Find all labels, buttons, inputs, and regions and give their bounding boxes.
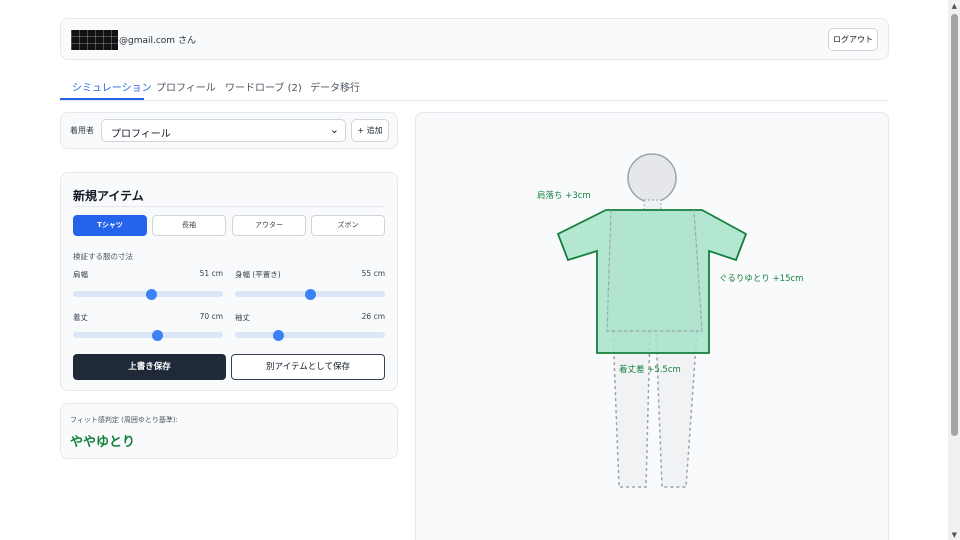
tab-wardrobe[interactable]: ワードローブ (2) [225,79,302,94]
save-as-new-button[interactable]: 別アイテムとして保存 [231,354,385,380]
tab-data-migration[interactable]: データ移行 [310,79,360,94]
slider-thumb[interactable] [304,288,316,300]
type-pants-button[interactable]: ズボン [311,215,385,236]
fit-value: ややゆとり [70,435,136,450]
main-tabs: シミュレーション プロフィール ワードローブ (2) データ移行 [60,74,889,101]
profile-select-value: プロフィール [111,129,171,140]
item-title: 新規アイテム [73,189,144,203]
body-left-leg [612,330,651,488]
active-tab-indicator [60,98,144,100]
slider-thumb[interactable] [273,329,284,341]
shoulder-width-slider[interactable] [73,288,223,300]
sleeve-length-label: 袖丈 [235,313,250,322]
wearer-selector: 着用者 プロフィール ⌄ + 追加 [60,112,398,149]
length-slider[interactable] [73,329,223,341]
add-profile-button[interactable]: + 追加 [351,119,389,142]
body-width-label: 身幅 (平置き) [235,270,281,279]
page-scrollbar[interactable]: ▲ ▼ [948,0,960,540]
length-diff-label: 着丈差 +5.5cm [619,365,681,375]
overwrite-save-button[interactable]: 上書き保存 [73,354,226,380]
type-outer-button[interactable]: アウター [232,215,306,236]
length-label: 着丈 [73,313,88,322]
fit-visualization: 肩落ち +3cm ぐるりゆとり +15cm 着丈差 +5.5cm [415,112,889,540]
wearer-label: 着用者 [70,126,94,135]
account-header: @gmail.com さん ログアウト [60,18,889,60]
scroll-up-icon[interactable]: ▲ [952,2,957,10]
redacted-username [71,30,118,50]
shoulder-width-label: 肩幅 [73,270,88,279]
sleeve-length-value: 26 cm [361,312,385,321]
body-width-slider[interactable] [235,288,385,300]
scroll-down-icon[interactable]: ▼ [952,531,957,539]
type-tshirt-button[interactable]: Tシャツ [73,215,147,236]
account-email: @gmail.com さん [119,36,196,46]
body-neck [643,199,662,211]
slider-thumb[interactable] [151,329,163,341]
body-right-leg [655,330,698,488]
profile-select[interactable]: プロフィール ⌄ [101,119,346,142]
shoulder-drop-label: 肩落ち +3cm [537,191,591,201]
scrollbar-thumb[interactable] [951,14,958,436]
slider-thumb[interactable] [145,288,157,300]
divider [73,206,385,207]
sleeve-length-slider[interactable] [235,329,385,341]
tab-profile[interactable]: プロフィール [156,79,216,94]
length-value: 70 cm [199,312,223,321]
body-head [627,153,677,203]
fit-label: フィット感判定 (周囲ゆとり基準): [70,416,178,424]
tshirt-overlay [556,209,748,354]
girth-ease-label: ぐるりゆとり +15cm [719,274,804,284]
body-garment-illustration [556,153,748,488]
tab-simulation[interactable]: シミュレーション [72,79,152,94]
logout-button[interactable]: ログアウト [828,28,878,51]
dimensions-label: 検証する服の寸法 [73,252,133,261]
type-long-sleeve-button[interactable]: 長袖 [152,215,226,236]
shoulder-width-value: 51 cm [199,269,223,278]
chevron-down-icon: ⌄ [329,123,339,136]
fit-result: フィット感判定 (周囲ゆとり基準): ややゆとり [60,403,398,459]
item-editor: 新規アイテム Tシャツ 長袖 アウター ズボン 検証する服の寸法 肩幅 51 c… [60,172,398,391]
body-width-value: 55 cm [361,269,385,278]
